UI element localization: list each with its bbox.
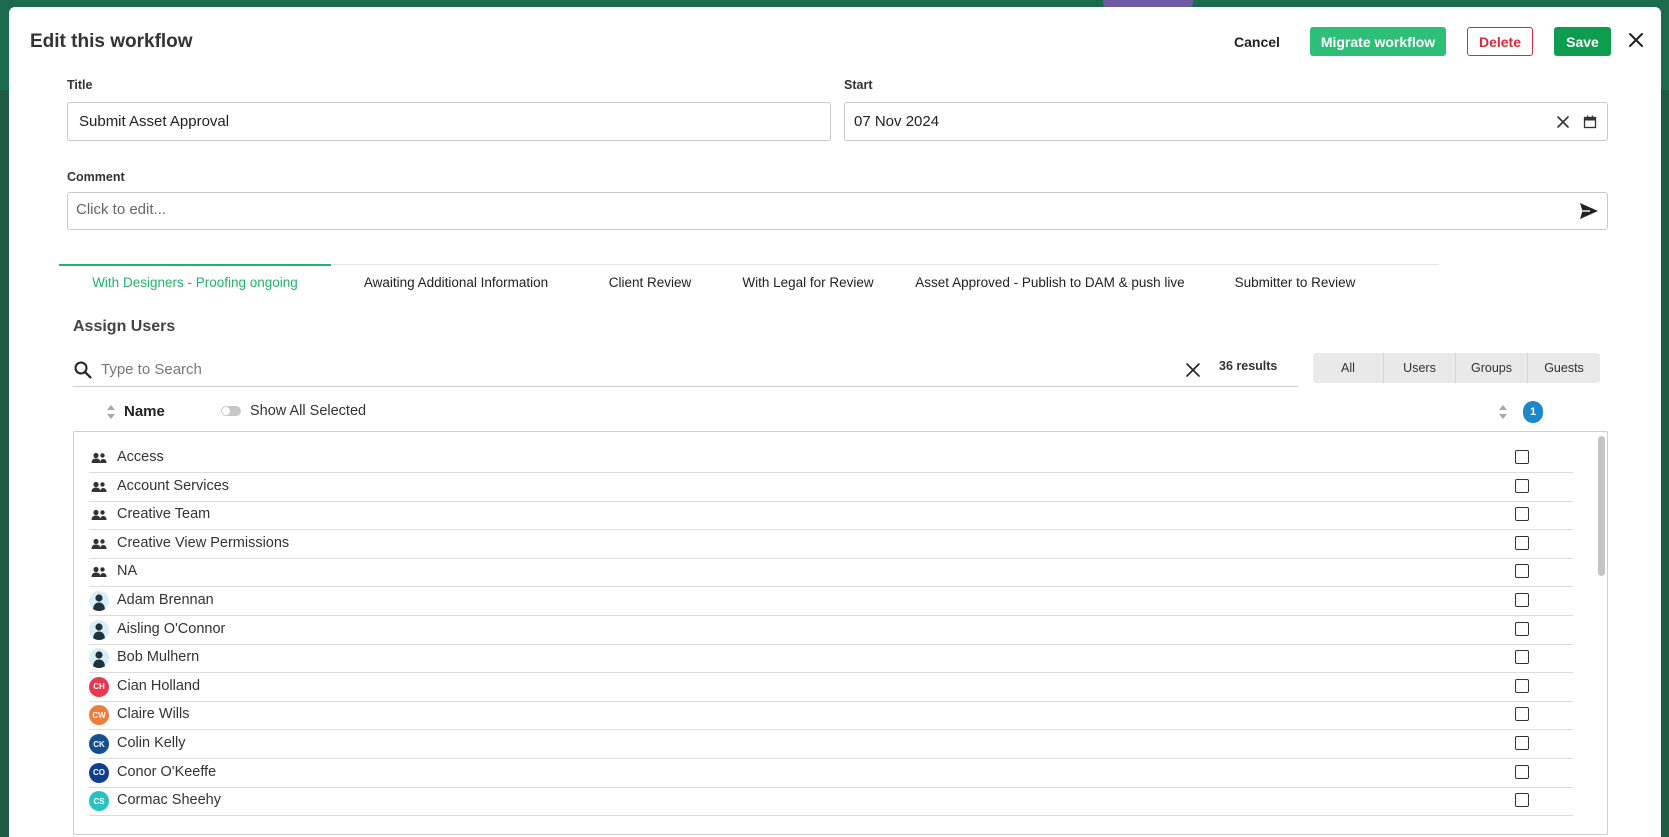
avatar: CK xyxy=(89,734,109,754)
list-item[interactable]: NA xyxy=(89,557,1573,588)
close-icon[interactable] xyxy=(1625,29,1647,51)
comment-label: Comment xyxy=(67,170,125,184)
list-item-name: NA xyxy=(117,563,138,580)
list-item[interactable]: CW Claire Wills xyxy=(89,700,1573,731)
start-label: Start xyxy=(844,78,873,92)
list-item-name: Access xyxy=(117,449,164,465)
select-checkbox[interactable] xyxy=(1515,564,1529,579)
select-checkbox[interactable] xyxy=(1515,736,1529,750)
tab-with-legal-for-review[interactable]: With Legal for Review xyxy=(719,265,897,299)
list-item[interactable]: CS Cormac Sheehy xyxy=(89,786,1573,817)
list-item-name: Claire Wills xyxy=(117,706,190,723)
migrate-workflow-button[interactable]: Migrate workflow xyxy=(1310,27,1446,56)
list-item[interactable]: CK Colin Kelly xyxy=(89,729,1573,759)
list-header: Name Show All Selected 1 xyxy=(73,401,1608,425)
select-checkbox[interactable] xyxy=(1515,535,1529,550)
group-icon xyxy=(89,448,109,468)
group-icon xyxy=(89,562,109,582)
list-scrollbar[interactable] xyxy=(1598,436,1605,576)
title-label: Title xyxy=(67,78,93,92)
tab-submitter-to-review[interactable]: Submitter to Review xyxy=(1203,265,1387,299)
avatar: CH xyxy=(89,676,109,697)
list-item-name: Aisling O'Connor xyxy=(117,620,226,637)
search-icon xyxy=(74,361,92,379)
select-checkbox[interactable] xyxy=(1515,707,1529,722)
sort-icon[interactable] xyxy=(106,404,116,420)
select-checkbox[interactable] xyxy=(1515,764,1529,779)
select-checkbox[interactable] xyxy=(1515,478,1529,493)
avatar: CW xyxy=(89,705,109,726)
list-item[interactable]: Adam Brennan xyxy=(89,586,1573,616)
avatar xyxy=(89,648,109,669)
avatar xyxy=(89,619,109,640)
assignee-list: Access Account Services Creative Team Creat… xyxy=(73,431,1608,835)
start-date-input[interactable]: 07 Nov 2024 xyxy=(844,102,1608,141)
start-date-value: 07 Nov 2024 xyxy=(854,113,940,130)
delete-button[interactable]: Delete xyxy=(1467,27,1533,56)
filter-guests-button[interactable]: Guests xyxy=(1528,353,1600,383)
user-type-filter: All Users Groups Guests xyxy=(1313,353,1600,383)
list-item-name: Colin Kelly xyxy=(117,735,186,751)
list-item-name: Adam Brennan xyxy=(117,592,214,608)
list-item-name: Cian Holland xyxy=(117,677,201,694)
selected-count-badge: 1 xyxy=(1523,401,1543,423)
select-checkbox[interactable] xyxy=(1515,593,1529,607)
list-item-name: Creative Team xyxy=(117,506,211,523)
filter-all-button[interactable]: All xyxy=(1313,353,1384,383)
tab-client-review[interactable]: Client Review xyxy=(581,265,719,299)
avatar: CO xyxy=(89,762,109,783)
list-item[interactable]: Account Services xyxy=(89,472,1573,502)
tab-asset-approved[interactable]: Asset Approved - Publish to DAM & push l… xyxy=(897,265,1203,299)
list-item[interactable]: Aisling O'Connor xyxy=(89,615,1573,645)
select-checkbox[interactable] xyxy=(1515,678,1529,693)
list-item-name: Conor O'Keeffe xyxy=(117,763,217,780)
tab-awaiting-additional-information[interactable]: Awaiting Additional Information xyxy=(331,265,581,299)
comment-field[interactable]: Click to edit... xyxy=(67,192,1608,230)
select-checkbox[interactable] xyxy=(1515,621,1529,636)
select-checkbox[interactable] xyxy=(1515,650,1529,665)
select-checkbox[interactable] xyxy=(1515,450,1529,464)
tab-with-designers[interactable]: With Designers - Proofing ongoing xyxy=(59,264,331,298)
user-search-bar: 36 results xyxy=(73,351,1298,387)
assign-users-title: Assign Users xyxy=(73,318,176,335)
group-icon xyxy=(89,505,109,525)
select-checkbox[interactable] xyxy=(1515,507,1529,522)
list-item[interactable]: Creative Team xyxy=(89,500,1573,531)
filter-groups-button[interactable]: Groups xyxy=(1456,353,1528,383)
group-icon xyxy=(89,534,109,554)
avatar: CS xyxy=(89,791,109,812)
save-button[interactable]: Save xyxy=(1554,27,1611,56)
comment-placeholder: Click to edit... xyxy=(76,201,167,218)
select-checkbox[interactable] xyxy=(1515,793,1529,808)
show-all-selected-toggle[interactable] xyxy=(221,406,241,416)
name-column-header[interactable]: Name xyxy=(124,403,165,420)
cancel-button[interactable]: Cancel xyxy=(1219,27,1295,56)
calendar-icon[interactable] xyxy=(1582,114,1598,130)
show-all-selected-label: Show All Selected xyxy=(250,403,367,419)
workflow-stage-tabs: With Designers - Proofing ongoing Awaiti… xyxy=(59,264,1439,298)
list-item[interactable]: Access xyxy=(89,443,1573,473)
list-item[interactable]: Creative View Permissions xyxy=(89,529,1573,559)
avatar xyxy=(89,591,109,611)
clear-icon[interactable] xyxy=(1555,114,1571,130)
edit-workflow-dialog: Edit this workflow Cancel Migrate workfl… xyxy=(9,7,1661,837)
group-icon xyxy=(89,477,109,497)
list-item[interactable]: CH Cian Holland xyxy=(89,672,1573,702)
list-item-name: Creative View Permissions xyxy=(117,534,290,551)
clear-search-icon[interactable] xyxy=(1185,362,1201,378)
filter-users-button[interactable]: Users xyxy=(1384,353,1456,383)
list-item[interactable]: CO Conor O'Keeffe xyxy=(89,758,1573,788)
send-icon[interactable] xyxy=(1579,202,1599,220)
search-input[interactable] xyxy=(101,357,1161,381)
selection-sort-icon[interactable] xyxy=(1498,404,1508,420)
list-item-name: Bob Mulhern xyxy=(117,649,200,666)
list-item-name: Cormac Sheehy xyxy=(117,792,221,809)
results-count: 36 results xyxy=(1219,359,1278,373)
title-input[interactable]: Submit Asset Approval xyxy=(67,102,831,141)
list-item-name: Account Services xyxy=(117,477,230,494)
dialog-title: Edit this workflow xyxy=(30,31,193,52)
list-item[interactable]: Bob Mulhern xyxy=(89,643,1573,674)
